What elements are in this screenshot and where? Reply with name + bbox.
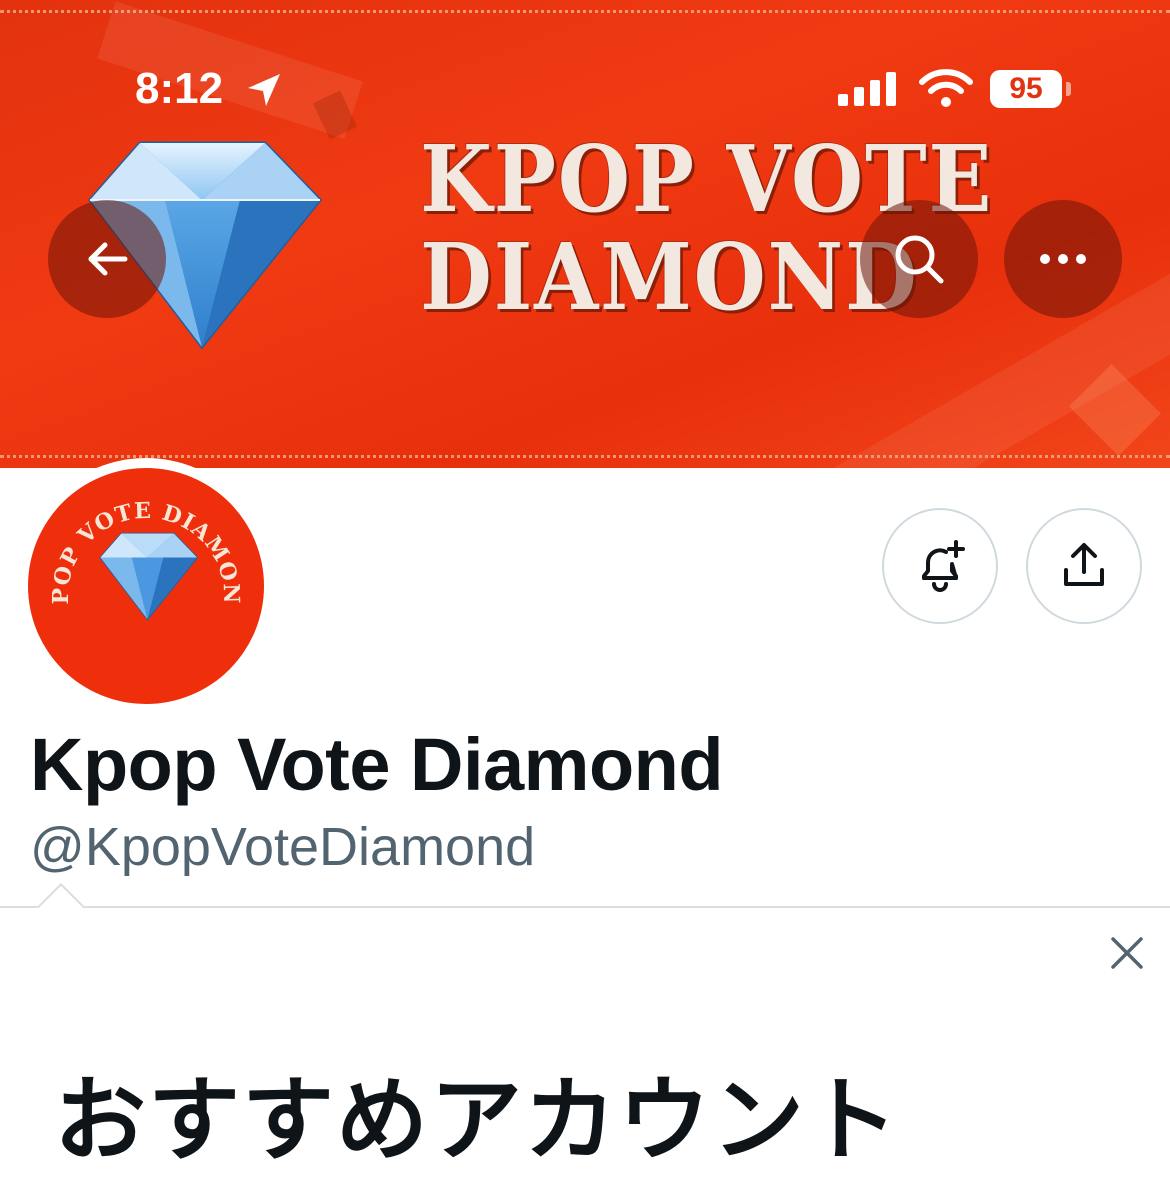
banner-title: KPOP VOTE DIAMOND — [420, 130, 1068, 326]
profile-display-name: Kpop Vote Diamond — [30, 723, 724, 806]
more-options-button[interactable] — [1004, 200, 1122, 318]
close-icon — [1111, 937, 1143, 969]
banner-title-line1: KPOP VOTE — [420, 125, 994, 233]
panel-pointer — [36, 882, 86, 932]
battery-icon: 95 — [990, 70, 1062, 108]
notifications-button[interactable] — [882, 508, 998, 624]
status-bar: 8:12 95 — [0, 0, 1170, 130]
search-button[interactable] — [860, 200, 978, 318]
location-arrow-icon — [248, 74, 280, 106]
banner-dotted-border-bottom — [0, 455, 1170, 458]
status-time: 8:12 — [135, 64, 224, 113]
bell-plus-icon — [922, 540, 965, 592]
battery-cap — [1066, 82, 1071, 96]
back-button[interactable] — [48, 200, 166, 318]
share-icon — [1064, 543, 1104, 586]
avatar-logo: KPOP VOTE DIAMOND — [28, 468, 243, 621]
wifi-icon — [919, 69, 973, 107]
recommended-accounts-title: おすすめアカウント — [54, 1067, 901, 1174]
share-button[interactable] — [1026, 508, 1142, 624]
avatar[interactable]: KPOP VOTE DIAMOND — [28, 468, 264, 704]
more-dots-icon — [1040, 254, 1086, 264]
close-recommendations-button[interactable] — [1100, 926, 1154, 980]
profile-handle: @KpopVoteDiamond — [30, 817, 536, 877]
arrow-left-icon — [88, 242, 128, 276]
section-divider — [0, 906, 1170, 908]
diamond-icon — [99, 532, 199, 621]
search-icon — [895, 235, 944, 284]
cellular-signal-icon — [838, 72, 896, 106]
